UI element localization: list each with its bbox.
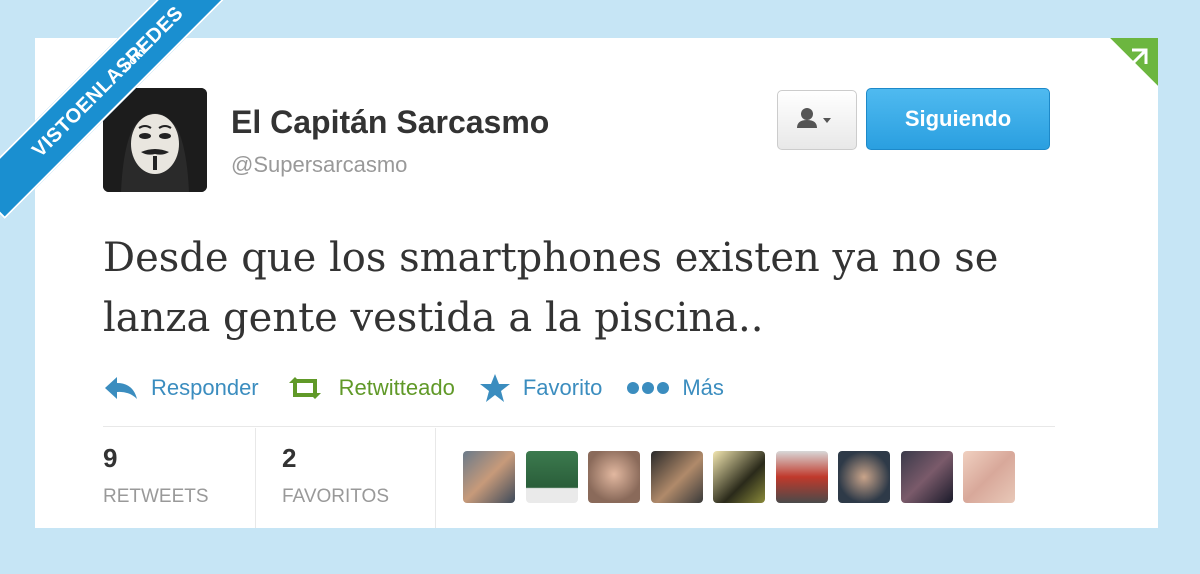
retweeter-avatar[interactable] [838,451,890,503]
stats-divider [103,426,1055,427]
tweet-text-line-1: Desde que los smartphones existen ya no … [103,235,999,281]
favorite-label: Favorito [522,375,603,400]
retweets-stat[interactable]: 9 RETWEETS [103,443,209,508]
tweet-card: El Capitán Sarcasmo @Supersarcasmo Sigui… [35,38,1158,528]
user-dropdown-icon [797,108,831,128]
more-dots-icon [627,382,670,394]
favorites-label: FAVORITOS [282,486,389,507]
retweet-action[interactable]: Retwitteado [283,375,455,401]
favorite-action[interactable]: Favorito [479,373,602,403]
stat-separator [255,428,256,528]
favorites-stat[interactable]: 2 FAVORITOS [282,443,389,508]
reply-label: Responder [151,375,259,400]
reply-icon [105,377,137,399]
tweet-actions: Responder Retwitteado Favorito Más [103,368,748,408]
retweeter-avatar[interactable] [963,451,1015,503]
retweeter-avatar[interactable] [900,451,953,503]
tweet-text-line-2: lanza gente vestida a la piscina.. [103,295,764,341]
retweet-label: Retwitteado [338,375,455,400]
retweeter-avatar[interactable] [463,451,515,503]
author-handle[interactable]: @Supersarcasmo [231,152,407,178]
retweeter-avatar[interactable] [650,451,703,503]
author-name[interactable]: El Capitán Sarcasmo [231,104,549,141]
retweeter-avatar[interactable] [713,451,765,503]
retweeter-avatar[interactable] [588,451,640,503]
user-actions-dropdown-button[interactable] [777,90,857,150]
retweeter-avatar[interactable] [775,451,828,503]
corner-fold-icon [1110,38,1158,86]
retweeters-avatars [463,451,1026,503]
retweeter-avatar[interactable] [525,451,578,503]
reply-action[interactable]: Responder [103,375,259,401]
retweets-count: 9 [103,443,118,473]
retweet-icon [288,377,321,399]
more-label: Más [682,375,724,400]
tweet-text: Desde que los smartphones existen ya no … [103,228,1103,348]
retweets-label: RETWEETS [103,486,209,507]
stat-separator [435,428,436,528]
favorites-count: 2 [282,443,297,473]
star-icon [479,374,510,402]
more-action[interactable]: Más [626,375,724,401]
following-button[interactable]: Siguiendo [866,88,1050,150]
